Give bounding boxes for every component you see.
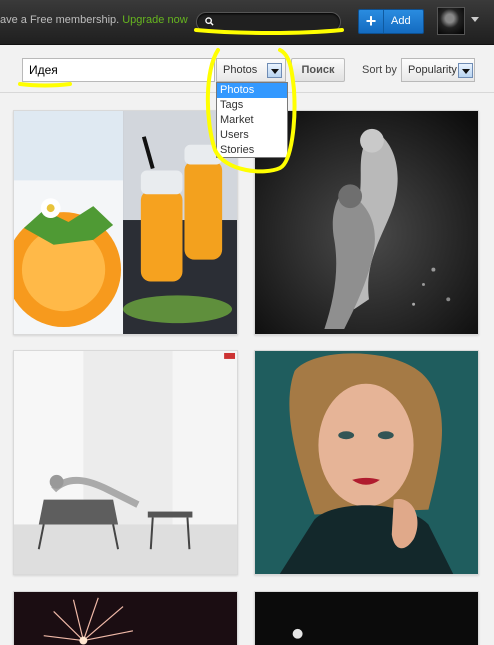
- upgrade-link[interactable]: Upgrade now: [122, 14, 187, 26]
- plus-icon: +: [359, 10, 384, 33]
- membership-notice: ave a Free membership. Upgrade now: [0, 14, 188, 26]
- membership-text: ave a Free membership.: [0, 14, 120, 26]
- page: ave a Free membership. Upgrade now + Add …: [0, 0, 494, 645]
- dropdown-option-photos[interactable]: Photos: [217, 83, 287, 98]
- photo-card[interactable]: [13, 350, 238, 575]
- woman-portrait-photo: [255, 351, 478, 574]
- sort-value: Popularity: [408, 64, 457, 76]
- night-photo: [255, 592, 478, 645]
- search-query-input[interactable]: [22, 58, 215, 82]
- chevron-down-icon[interactable]: [267, 63, 282, 78]
- dropdown-option-stories[interactable]: Stories: [217, 143, 287, 158]
- avatar[interactable]: [437, 7, 465, 35]
- dropdown-option-tags[interactable]: Tags: [217, 98, 287, 113]
- top-bar: ave a Free membership. Upgrade now + Add: [0, 0, 494, 45]
- search-type-value: Photos: [223, 64, 258, 76]
- couple-dark-photo: [255, 111, 478, 334]
- dropdown-option-users[interactable]: Users: [217, 128, 287, 143]
- search-type-select[interactable]: Photos: [216, 58, 286, 82]
- photo-card[interactable]: [254, 350, 479, 575]
- photo-card[interactable]: [13, 591, 238, 645]
- search-type-dropdown[interactable]: Photos Tags Market Users Stories: [216, 82, 288, 158]
- global-search-input[interactable]: [196, 12, 341, 32]
- search-submit-button[interactable]: Поиск: [291, 58, 345, 82]
- add-button[interactable]: + Add: [358, 9, 424, 34]
- orange-juice-photo: [14, 111, 237, 334]
- search-icon: [205, 17, 214, 26]
- sort-select[interactable]: Popularity: [401, 58, 475, 82]
- dropdown-option-market[interactable]: Market: [217, 113, 287, 128]
- add-button-label: Add: [391, 15, 411, 27]
- photo-card[interactable]: [13, 110, 238, 335]
- sort-label: Sort by: [362, 64, 397, 76]
- chevron-down-icon[interactable]: [458, 63, 473, 78]
- photo-card[interactable]: [254, 591, 479, 645]
- chevron-down-icon[interactable]: [471, 17, 479, 22]
- fireworks-photo: [14, 592, 237, 645]
- woman-chair-photo: [14, 351, 237, 574]
